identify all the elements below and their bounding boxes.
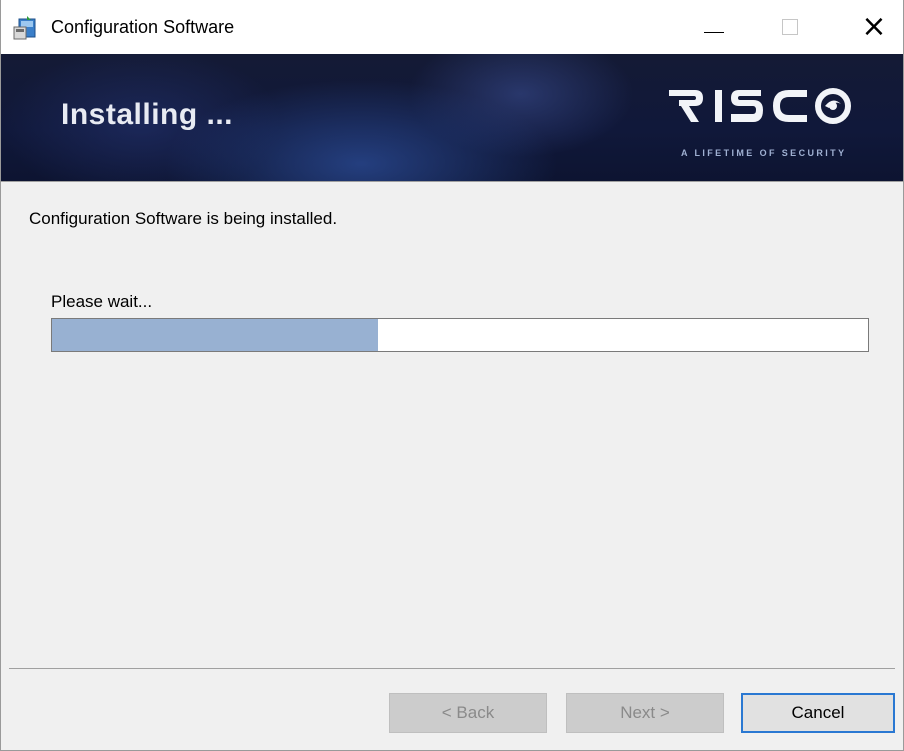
progress-fill [52, 319, 379, 351]
next-button[interactable]: Next > [566, 693, 724, 733]
maximize-icon [782, 19, 798, 35]
page-heading: Installing ... [61, 98, 234, 131]
installer-app-icon [11, 14, 39, 42]
please-wait-label: Please wait... [51, 292, 153, 311]
close-button[interactable]: × [851, 0, 897, 54]
minimize-icon [704, 31, 724, 33]
install-progress-bar [51, 318, 869, 352]
banner-divider [1, 181, 903, 182]
back-button[interactable]: < Back [389, 693, 547, 733]
header-banner: Installing ... A LIFETIME OF SECURITY [1, 54, 903, 181]
close-icon: × [861, 9, 887, 44]
minimize-button[interactable] [691, 0, 737, 54]
title-bar[interactable]: Configuration Software × [1, 0, 903, 54]
installer-window: Configuration Software × Installing ... [0, 0, 904, 751]
logo-tagline: A LIFETIME OF SECURITY [681, 148, 847, 158]
install-status-text: Configuration Software is being installe… [29, 209, 338, 228]
maximize-button[interactable] [767, 0, 813, 54]
window-title: Configuration Software [51, 17, 235, 37]
cancel-button[interactable]: Cancel [741, 693, 895, 733]
footer-divider [9, 668, 895, 669]
risco-logo [669, 88, 851, 124]
